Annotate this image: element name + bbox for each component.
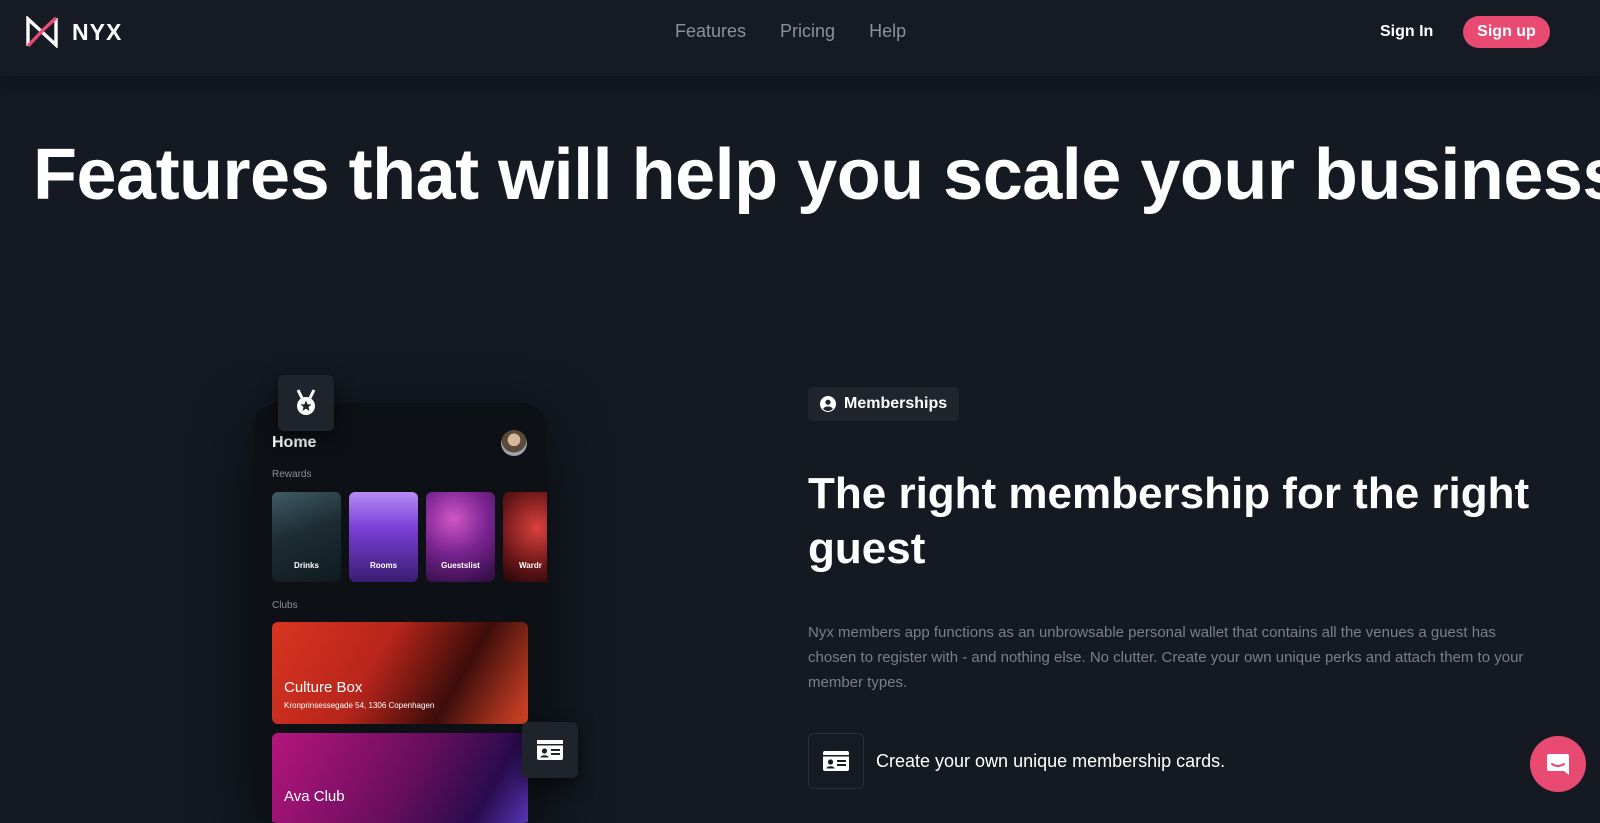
reward-card-drinks[interactable]: Drinks [272, 492, 341, 582]
nav-link-features[interactable]: Features [675, 21, 746, 42]
nyx-logo-icon [26, 16, 58, 48]
reward-label: Rooms [369, 561, 398, 570]
top-navbar: NYX Features Pricing Help Sign In Sign u… [0, 0, 1600, 76]
rewards-label: Rewards [272, 469, 312, 480]
nyx-logo[interactable]: NYX [25, 16, 122, 48]
reward-card-wardrobe[interactable]: Wardr [503, 492, 547, 582]
main-nav: Features Pricing Help [675, 21, 940, 42]
hero-title: Features that will help you scale your b… [33, 135, 1600, 215]
rewards-row: Drinks Rooms Guestslist Wardr [272, 492, 547, 582]
feature-text: Create your own unique membership cards. [876, 750, 1226, 771]
reward-card-guestslist[interactable]: Guestslist [426, 492, 495, 582]
club-address: Kronprinsessegade 54, 1306 Copenhagen [284, 701, 435, 710]
sign-up-button[interactable]: Sign up [1463, 16, 1550, 48]
club-card-ava-club[interactable]: Ava Club [272, 733, 528, 823]
club-name: Ava Club [284, 788, 345, 805]
feature-icon-box [808, 733, 864, 789]
reward-label: Drinks [294, 561, 319, 570]
medal-icon [296, 389, 316, 415]
club-name: Culture Box [284, 679, 363, 696]
sign-in-link[interactable]: Sign In [1380, 23, 1433, 41]
id-card-icon [537, 740, 563, 760]
nav-link-pricing[interactable]: Pricing [780, 21, 835, 42]
memberships-tag: Memberships [808, 387, 960, 421]
clubs-label: Clubs [272, 600, 298, 611]
medal-badge [278, 375, 334, 431]
id-card-icon [823, 751, 849, 771]
chat-button[interactable] [1530, 736, 1586, 792]
section-description: Nyx members app functions as an unbrowsa… [808, 624, 1524, 691]
phone-home-title: Home [272, 434, 317, 451]
reward-label: Wardr [519, 561, 542, 570]
id-card-badge [522, 722, 578, 778]
reward-card-rooms[interactable]: Rooms [349, 492, 418, 582]
nav-link-help[interactable]: Help [869, 21, 906, 42]
avatar [501, 430, 527, 456]
reward-label: Guestslist [441, 561, 480, 570]
user-circle-icon [820, 396, 836, 412]
club-card-culture-box[interactable]: Culture Box Kronprinsessegade 54, 1306 C… [272, 622, 528, 724]
section-title: The right membership for the right guest [808, 469, 1530, 573]
tag-label: Memberships [844, 395, 948, 412]
feature-item: Create your own unique membership cards. [808, 733, 1225, 789]
chat-icon [1547, 754, 1569, 775]
phone-mockup: Home Rewards Drinks Rooms Guestslist War… [253, 403, 547, 823]
brand-name: NYX [72, 18, 123, 45]
